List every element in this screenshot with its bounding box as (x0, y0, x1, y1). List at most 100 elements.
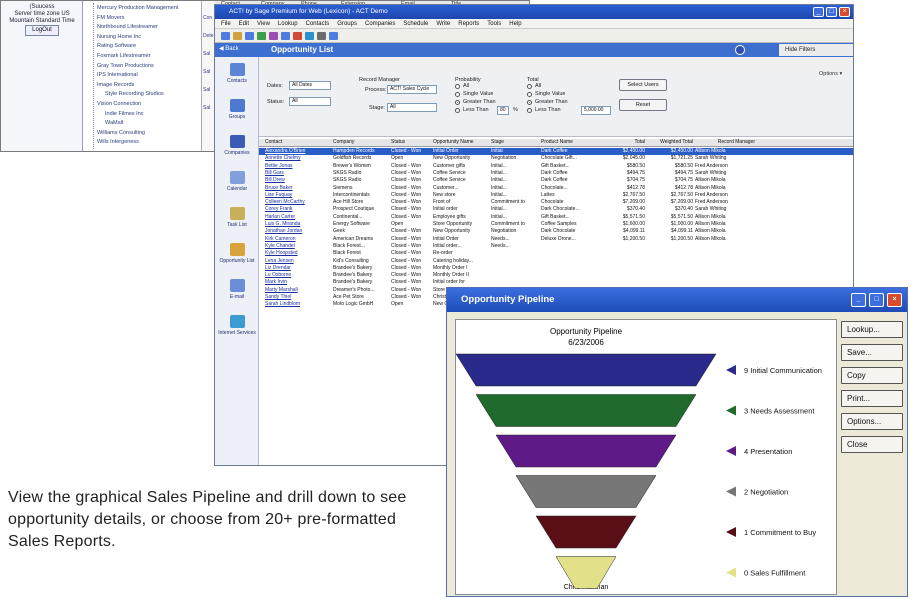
calendar-icon[interactable] (281, 32, 290, 40)
total-radio[interactable] (527, 92, 532, 97)
contact-link[interactable]: Lu Osborne (265, 272, 331, 279)
table-row[interactable]: Harlan Carter Continental... Closed - Won E… (259, 214, 853, 221)
probability-radio[interactable] (455, 92, 460, 97)
nav-item-opportunity[interactable]: Opportunity List (217, 243, 257, 264)
contact-link[interactable]: Lise Fuquay (265, 192, 331, 199)
select-users-button[interactable]: Select Users (619, 79, 667, 91)
tree-item[interactable]: Williams Consulting (97, 130, 145, 136)
contact-link[interactable]: Annette Chelmy (265, 155, 331, 162)
menu-write[interactable]: Write (436, 21, 450, 27)
tree-item[interactable]: Image Records (97, 82, 134, 88)
probability-radio[interactable] (455, 100, 460, 105)
save-icon[interactable] (245, 32, 254, 40)
total-radio[interactable] (527, 84, 532, 89)
contact-link[interactable]: Kirk Cameron (265, 236, 331, 243)
stage-select[interactable]: All (387, 103, 437, 112)
menu-edit[interactable]: Edit (239, 21, 249, 27)
nav-item-companies[interactable]: Companies (217, 135, 257, 156)
funnel-segment[interactable] (515, 475, 657, 508)
contact-link[interactable]: Kyle Chandel (265, 243, 331, 250)
column-header[interactable]: Company (333, 139, 389, 146)
tree-item[interactable]: Wills Intergeness (97, 139, 139, 145)
open-folder-icon[interactable] (233, 32, 242, 40)
contact-link[interactable]: Bill Drew (265, 177, 331, 184)
table-row[interactable]: Bill Drew SKGS Radio Closed - Won Coffee Se… (259, 177, 853, 184)
contact-link[interactable]: Lena Jensen (265, 258, 331, 265)
menu-reports[interactable]: Reports (458, 21, 479, 27)
contact-link[interactable]: Corey Frank (265, 206, 331, 213)
help-icon[interactable] (735, 45, 745, 55)
contact-link[interactable]: Colleen McCarthy (265, 199, 331, 206)
probability-radio[interactable] (455, 84, 460, 89)
maximize-icon[interactable]: □ (826, 7, 837, 17)
table-row[interactable]: Kirk Cameron American Dreams Closed - Won I… (259, 236, 853, 243)
lookup-button[interactable]: Lookup... (841, 321, 903, 338)
total-radio[interactable] (527, 100, 532, 105)
save-button[interactable]: Save... (841, 344, 903, 361)
tree-item[interactable]: Gray Town Productions (97, 63, 154, 69)
nav-item-task-list[interactable]: Task List (217, 207, 257, 228)
column-header[interactable]: Record Manager (695, 139, 755, 146)
contact-link[interactable]: Alexandra O'Brien (265, 148, 331, 155)
contact-link[interactable]: Harlan Carter (265, 214, 331, 221)
table-row[interactable]: Liz Drendar Brandee's Bakery Closed - Won M… (259, 265, 853, 272)
column-header[interactable]: Product Name (541, 139, 605, 146)
print-icon[interactable] (317, 32, 326, 40)
menu-view[interactable]: View (257, 21, 270, 27)
nav-item-internet[interactable]: Internet Services (217, 315, 257, 336)
options-button[interactable]: Options... (841, 413, 903, 430)
contact-link[interactable]: Liz Drendar (265, 265, 331, 272)
back-button[interactable]: ◀ Back (219, 45, 239, 52)
tree-item[interactable]: Northbound Lifestreamer (97, 24, 158, 30)
funnel-segment[interactable] (495, 434, 677, 468)
contact-link[interactable]: Bettie Jonas (265, 163, 331, 170)
tree-item[interactable]: Style Recording Studios (105, 91, 164, 97)
menu-lookup[interactable]: Lookup (278, 21, 298, 27)
menu-schedule[interactable]: Schedule (403, 21, 428, 27)
new-contact-icon[interactable] (221, 32, 230, 40)
probability-radio[interactable] (455, 108, 460, 113)
pipeline-minimize-icon[interactable]: _ (851, 293, 866, 307)
menu-groups[interactable]: Groups (337, 21, 357, 27)
table-row[interactable]: Luis G. Miranda Energy Software Open Store … (259, 221, 853, 228)
table-row[interactable]: Bettie Jonas Brewer's Women Closed - Won Cu… (259, 163, 853, 170)
minimize-icon[interactable]: _ (813, 7, 824, 17)
help-toolbar-icon[interactable] (329, 32, 338, 40)
nav-item-contacts[interactable]: Contacts (217, 63, 257, 84)
tree-item[interactable]: Vision Connection (97, 101, 141, 107)
contact-link[interactable]: Jonathan Jordan (265, 228, 331, 235)
nav-item-groups[interactable]: Groups (217, 99, 257, 120)
table-row[interactable]: Lu Osborne Brandee's Bakery Closed - Won Mo… (259, 272, 853, 279)
funnel-segment[interactable] (456, 353, 717, 387)
total-radio[interactable] (527, 108, 532, 113)
tree-item[interactable]: IPS International (97, 72, 138, 78)
column-header[interactable]: Status (391, 139, 431, 146)
contact-link[interactable]: Kyle Hoopsted (265, 250, 331, 257)
process-select[interactable]: ACT! Sales Cycle (387, 85, 437, 94)
table-row[interactable]: Annette Chelmy Goldfish Records Open New Op… (259, 155, 853, 162)
menu-help[interactable]: Help (509, 21, 521, 27)
dates-select[interactable]: All Dates (289, 81, 331, 90)
funnel-segment[interactable] (535, 515, 637, 549)
column-header[interactable]: Stage (491, 139, 539, 146)
close-button[interactable]: Close (841, 436, 903, 453)
table-row[interactable]: Bill Gars SKGS Radio Closed - Won Coffee Se… (259, 170, 853, 177)
refresh-icon[interactable] (305, 32, 314, 40)
table-row[interactable]: Corey Frank Prospect Coutique Closed - Won… (259, 206, 853, 213)
pipeline-maximize-icon[interactable]: □ (869, 293, 884, 307)
table-row[interactable]: Jonathan Jordan Geek Closed - Won New Oppor… (259, 228, 853, 235)
close-icon[interactable]: × (839, 7, 850, 17)
tree-item[interactable]: Rating Software (97, 43, 136, 49)
table-row[interactable]: Lena Jensen Kid's Consulting Closed - Won C… (259, 258, 853, 265)
table-row[interactable]: Lise Fuquay Intercontinentals Closed - Won… (259, 192, 853, 199)
table-row[interactable]: Bruce Baker Siemens Closed - Won Customer..… (259, 185, 853, 192)
reset-button[interactable]: Reset (619, 99, 667, 111)
options-link[interactable]: Options ▾ (819, 71, 842, 77)
tree-item[interactable]: Foxmark Lifestreamer (97, 53, 151, 59)
menu-companies[interactable]: Companies (365, 21, 395, 27)
group-icon[interactable] (269, 32, 278, 40)
tree-item[interactable]: Nursing Home Inc (97, 34, 141, 40)
table-row[interactable]: Kyle Chandel Black Forest... Closed - Won I… (259, 243, 853, 250)
logout-button[interactable]: LogOut (25, 25, 59, 36)
nav-item-email[interactable]: E-mail (217, 279, 257, 300)
